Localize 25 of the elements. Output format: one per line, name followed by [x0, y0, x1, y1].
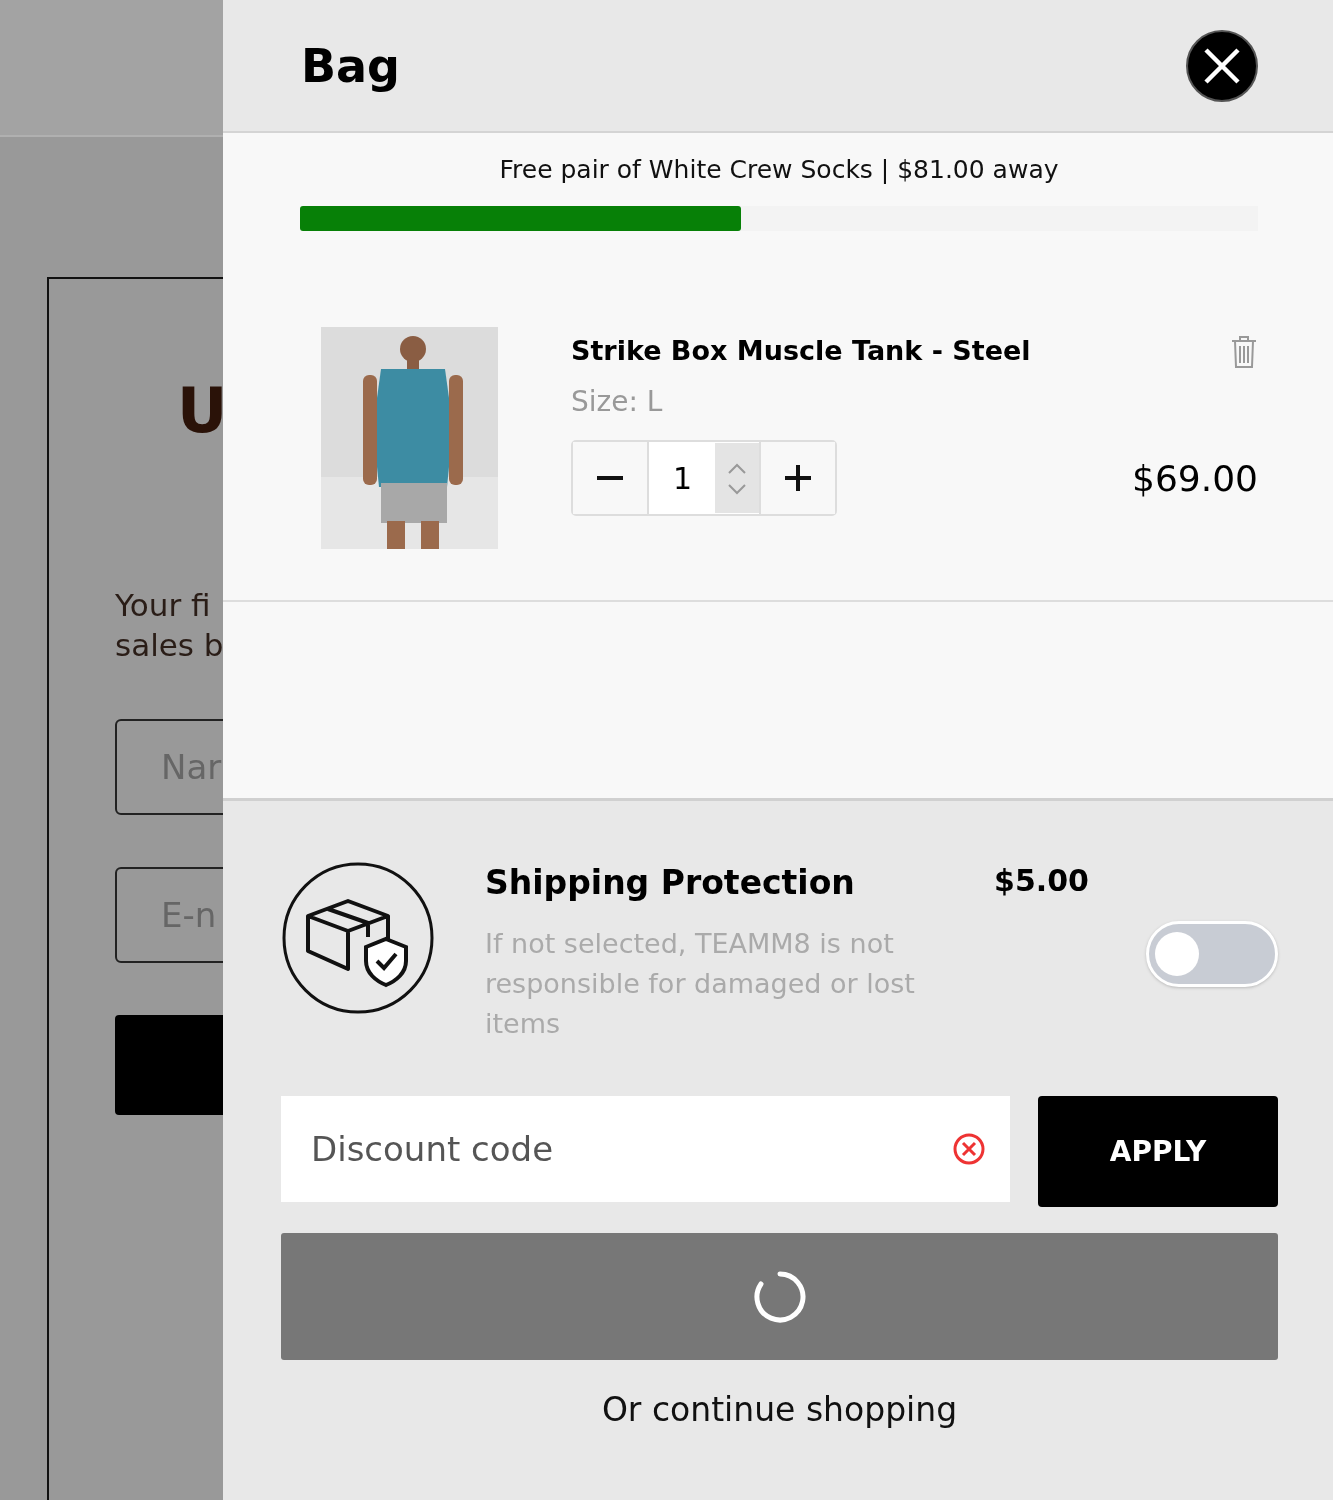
popup-text: sales b — [115, 627, 223, 663]
increase-button[interactable] — [761, 442, 835, 514]
checkout-button[interactable] — [281, 1233, 1278, 1360]
product-size: Size: L — [571, 385, 664, 418]
continue-shopping-link[interactable]: Or continue shopping — [601, 1390, 958, 1429]
package-shield-icon — [281, 861, 435, 1015]
product-price: $69.00 — [1132, 457, 1258, 499]
drawer-title: Bag — [301, 38, 401, 93]
product-name: Strike Box Muscle Tank - Steel — [571, 335, 1031, 366]
protection-toggle[interactable] — [1146, 921, 1278, 987]
popup-heading: U — [177, 374, 223, 447]
free-gift-message: Free pair of White Crew Socks | $81.00 away — [499, 155, 1059, 184]
close-icon — [1203, 46, 1241, 85]
popup-text: Your fi — [115, 587, 212, 623]
protection-description: If not selected, TEAMM8 is not responsible for damaged or lost items — [485, 927, 916, 1041]
clear-icon[interactable] — [952, 1132, 986, 1166]
trash-icon[interactable] — [1230, 335, 1258, 369]
protection-title: Shipping Protection — [485, 863, 855, 902]
apply-button[interactable]: APPLY — [1038, 1096, 1278, 1207]
minus-icon — [597, 476, 623, 480]
decrease-button[interactable] — [573, 442, 647, 514]
discount-field[interactable]: Discount code — [281, 1096, 1010, 1202]
loading-spinner-icon — [752, 1269, 807, 1324]
plus-icon — [785, 465, 811, 491]
protection-price: $5.00 — [994, 863, 1089, 900]
